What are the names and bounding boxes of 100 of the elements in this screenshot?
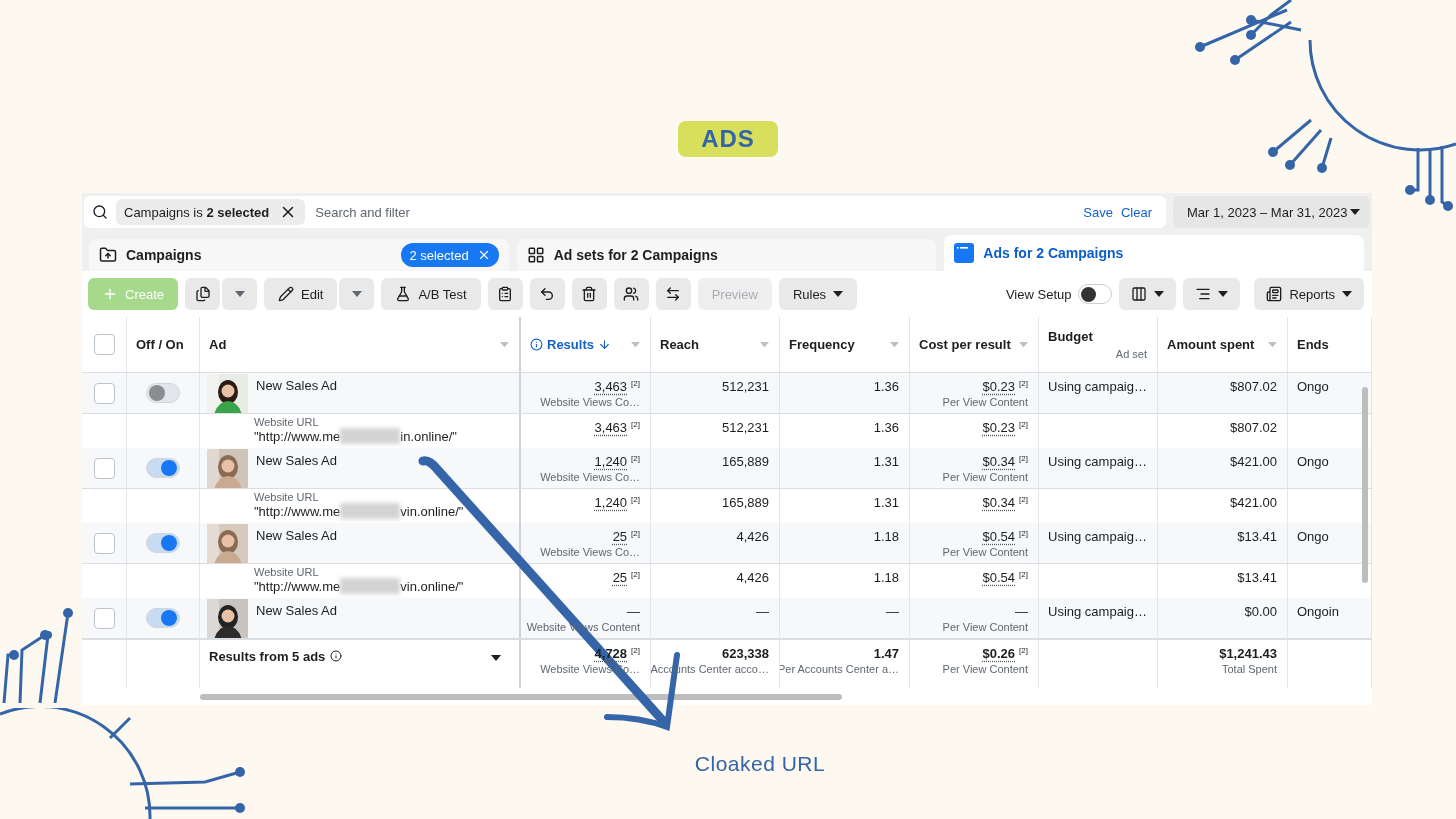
search-field[interactable]: Campaigns is 2 selected Search and filter Save Clear (84, 196, 1166, 228)
cell-value: 165,889 (722, 454, 769, 469)
cell-value: $807.02 (1230, 379, 1277, 394)
ad-name[interactable]: New Sales Ad (256, 378, 337, 393)
footnote-mark: [2] (1019, 570, 1028, 579)
footnote-mark: [2] (1019, 379, 1028, 388)
save-link[interactable]: Save (1083, 204, 1113, 220)
url-end: vin.online/" (400, 578, 464, 594)
cell-subtitle: Per View Content (942, 621, 1028, 633)
cell-value: $0.34 (982, 454, 1016, 469)
reports-icon (1266, 286, 1283, 302)
footnote-mark: [2] (1019, 529, 1028, 538)
search-icon (92, 204, 108, 220)
cell-value: $421.00 (1230, 454, 1277, 469)
breakdown-button[interactable] (1183, 278, 1241, 310)
reports-button[interactable]: Reports (1254, 278, 1364, 310)
tab[interactable]: Ads for 2 Campaigns (944, 235, 1364, 271)
horizontal-scrollbar[interactable] (200, 694, 842, 700)
swap-button[interactable] (655, 278, 691, 310)
checkbox[interactable] (93, 532, 115, 554)
ad-toggle[interactable] (146, 383, 180, 403)
column-header[interactable]: Ad (209, 337, 227, 352)
cell-value: 1.31 (873, 454, 899, 469)
cell-value: Using campaig… (1048, 604, 1147, 619)
footnote-mark: [2] (631, 570, 640, 579)
people-button[interactable] (613, 278, 649, 310)
column-header[interactable]: Off / On (136, 337, 184, 352)
cell-value: $421.00 (1230, 495, 1277, 510)
cell-value: 1.18 (873, 529, 899, 544)
footnote-mark: [2] (631, 379, 640, 388)
caret-icon (351, 291, 362, 297)
ad-toggle[interactable] (146, 608, 180, 628)
footnote-mark: [2] (1019, 420, 1028, 429)
tab[interactable]: Campaigns 2 selected (89, 239, 509, 271)
column-header[interactable]: Results (547, 337, 594, 352)
view-setup-toggle[interactable] (1078, 284, 1113, 304)
tab-label: Ads for 2 Campaigns (983, 245, 1124, 261)
clear-link[interactable]: Clear (1120, 204, 1152, 220)
cell-value: $0.23 (982, 420, 1016, 435)
checkbox[interactable] (93, 457, 115, 479)
tab[interactable]: Ad sets for 2 Campaigns (516, 239, 937, 271)
cell-value: 4,426 (736, 570, 769, 585)
columns-button[interactable] (1119, 278, 1177, 310)
duplicate-button[interactable] (185, 278, 221, 310)
url-label: Website URL (254, 566, 319, 578)
cell-value: 623,338 (722, 646, 769, 661)
cell-value: $0.26 (982, 646, 1016, 661)
cell-subtitle: Per View Content (942, 471, 1028, 483)
vertical-scrollbar[interactable] (1362, 387, 1368, 583)
delete-button[interactable] (571, 278, 607, 310)
ad-toggle[interactable] (146, 533, 180, 553)
tab-label: Campaigns (126, 247, 202, 263)
column-header[interactable]: Cost per result (919, 337, 1011, 352)
column-header[interactable]: Ends (1297, 337, 1329, 352)
ads-badge: ADS (678, 121, 778, 157)
tab-label: Ad sets for 2 Campaigns (553, 247, 718, 263)
duplicate-icon (194, 286, 211, 302)
cell-subtitle: Website Views Co… (540, 471, 640, 483)
checkbox[interactable] (93, 334, 115, 355)
column-subtitle: Ad set (1115, 348, 1147, 360)
column-header[interactable]: Frequency (789, 337, 855, 352)
ad-name[interactable]: New Sales Ad (256, 603, 337, 618)
cell-subtitle: Per View Content (942, 663, 1028, 675)
cell-value: 1.18 (873, 570, 899, 585)
ad-toggle[interactable] (146, 458, 180, 478)
ad-name[interactable]: New Sales Ad (256, 528, 337, 543)
ad-name[interactable]: New Sales Ad (256, 453, 337, 468)
column-header[interactable]: Reach (660, 337, 700, 352)
url-start: "http://www.me (254, 503, 341, 519)
rules-button[interactable]: Rules (778, 278, 858, 310)
footnote-mark: [2] (1019, 646, 1028, 655)
redaction-blur (340, 503, 401, 519)
selection-chip[interactable]: 2 selected (401, 243, 499, 267)
footnote-mark: [2] (1019, 495, 1028, 504)
column-header[interactable]: Budget (1048, 329, 1147, 344)
redaction-blur (340, 578, 401, 594)
column-header[interactable]: Amount spent (1167, 337, 1255, 352)
cell-value: 1.47 (873, 646, 899, 661)
edit-button[interactable]: Edit (264, 278, 338, 310)
checkbox[interactable] (93, 607, 115, 629)
dropdown-button[interactable] (339, 278, 375, 310)
filter-chip[interactable]: Campaigns is 2 selected (116, 199, 306, 225)
cell-subtitle: Per View Content (942, 396, 1028, 408)
url-end: in.online/" (400, 428, 457, 444)
checkbox[interactable] (93, 382, 115, 404)
folder-icon (99, 246, 117, 264)
cell-value: $0.00 (1244, 604, 1277, 619)
clipboard-icon (497, 286, 514, 302)
plus-icon (102, 286, 118, 302)
dropdown-button[interactable] (222, 278, 258, 310)
date-range-button[interactable]: Mar 1, 2023 – Mar 31, 2023 (1173, 196, 1370, 228)
url-label: Website URL (254, 416, 319, 428)
abtest-button[interactable]: A/B Test (381, 278, 481, 310)
clipboard-button[interactable] (487, 278, 523, 310)
undo-button[interactable] (529, 278, 565, 310)
undo-icon (539, 286, 556, 302)
cell-value: — (886, 604, 899, 619)
breakdown-icon (1195, 286, 1212, 302)
cell-value: 3,463 (594, 420, 628, 435)
cell-value: 165,889 (722, 495, 769, 510)
